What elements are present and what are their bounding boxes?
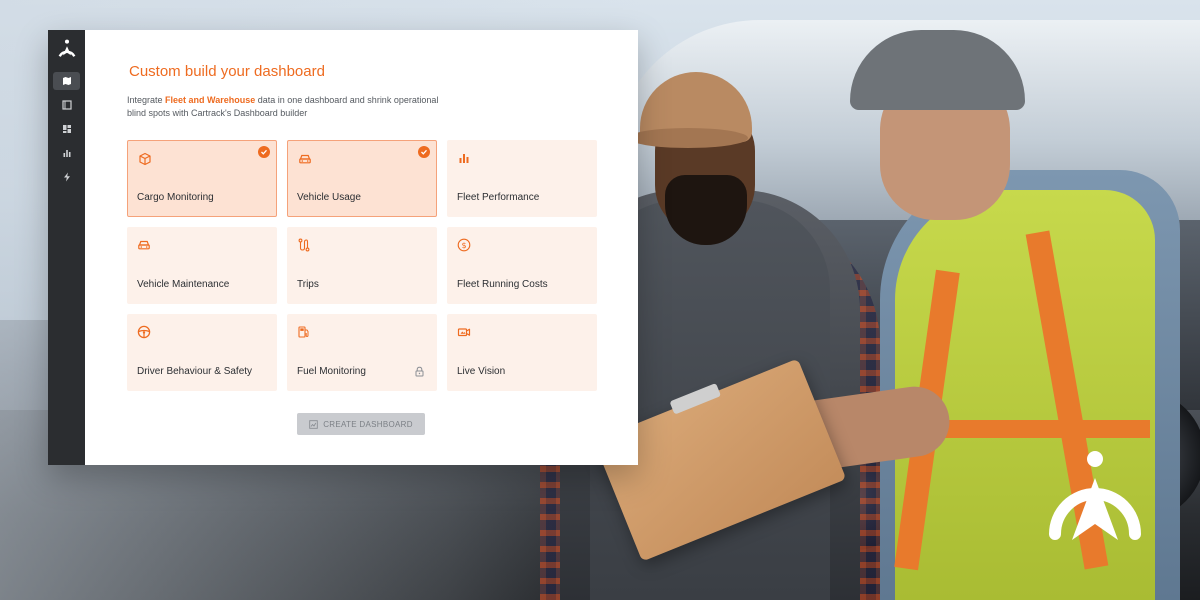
widget-grid: Cargo Monitoring Vehicle Usage Fleet Per… <box>127 140 597 391</box>
dollar-icon: $ <box>457 238 471 252</box>
sidebar-item-alerts[interactable] <box>53 168 80 186</box>
widget-card-vehicle-usage[interactable]: Vehicle Usage <box>287 140 437 217</box>
cartrack-logo-icon <box>1049 451 1141 540</box>
list-icon <box>61 100 72 110</box>
widget-card-label: Fleet Running Costs <box>457 279 548 290</box>
bar-chart-icon <box>459 154 469 163</box>
page-title: Custom build your dashboard <box>129 63 325 80</box>
sidebar-item-dashboard[interactable] <box>53 120 80 138</box>
widget-card-label: Live Vision <box>457 366 506 377</box>
route-icon <box>298 238 310 252</box>
widget-card-vehicle-maintenance[interactable]: Vehicle Maintenance <box>127 227 277 304</box>
create-dashboard-label: CREATE DASHBOARD <box>323 419 413 429</box>
create-dashboard-button[interactable]: CREATE DASHBOARD <box>297 413 425 435</box>
dashboard-icon <box>62 125 71 133</box>
widget-card-label: Fleet Performance <box>457 192 540 203</box>
dashboard-builder-window: Custom build your dashboard Integrate Fl… <box>48 30 638 465</box>
widget-card-label: Driver Behaviour & Safety <box>137 366 253 377</box>
main-content: Custom build your dashboard Integrate Fl… <box>85 30 638 465</box>
car-icon <box>138 240 150 250</box>
widget-card-label: Cargo Monitoring <box>137 192 214 203</box>
lock-icon <box>415 366 424 377</box>
subtitle-highlight: Fleet and Warehouse <box>165 95 256 105</box>
svg-text:$: $ <box>461 241 466 250</box>
sidebar-item-map[interactable] <box>53 72 80 90</box>
widget-card-label: Fuel Monitoring <box>297 366 366 377</box>
widget-card-fuel-monitoring[interactable]: Fuel Monitoring <box>287 314 437 391</box>
widget-card-label: Trips <box>297 279 319 290</box>
widget-card-label: Vehicle Usage <box>297 192 361 203</box>
widget-card-fleet-running-costs[interactable]: $ Fleet Running Costs <box>447 227 597 304</box>
lightning-icon <box>63 172 70 182</box>
subtitle-text: Integrate <box>127 95 166 105</box>
steering-wheel-icon <box>137 325 151 339</box>
widget-card-label: Vehicle Maintenance <box>137 279 230 290</box>
widget-card-driver-behaviour-safety[interactable]: Driver Behaviour & Safety <box>127 314 277 391</box>
check-icon <box>418 146 430 158</box>
widget-card-live-vision[interactable]: Live Vision <box>447 314 597 391</box>
car-icon <box>299 154 311 164</box>
video-camera-icon <box>457 328 471 337</box>
widget-card-fleet-performance[interactable]: Fleet Performance <box>447 140 597 217</box>
sidebar <box>48 30 85 465</box>
map-icon <box>62 77 71 85</box>
page-subtitle: Integrate Fleet and Warehouse data in on… <box>127 94 457 120</box>
sidebar-item-list[interactable] <box>53 96 80 114</box>
fuel-pump-icon <box>298 326 309 338</box>
check-icon <box>258 146 270 158</box>
widget-card-trips[interactable]: Trips <box>287 227 437 304</box>
cartrack-logo-icon <box>58 39 75 58</box>
sidebar-item-reports[interactable] <box>53 144 80 162</box>
bar-chart-icon <box>63 150 70 157</box>
widget-card-cargo-monitoring[interactable]: Cargo Monitoring <box>127 140 277 217</box>
box-icon <box>139 152 151 166</box>
dashboard-add-icon <box>309 419 318 429</box>
